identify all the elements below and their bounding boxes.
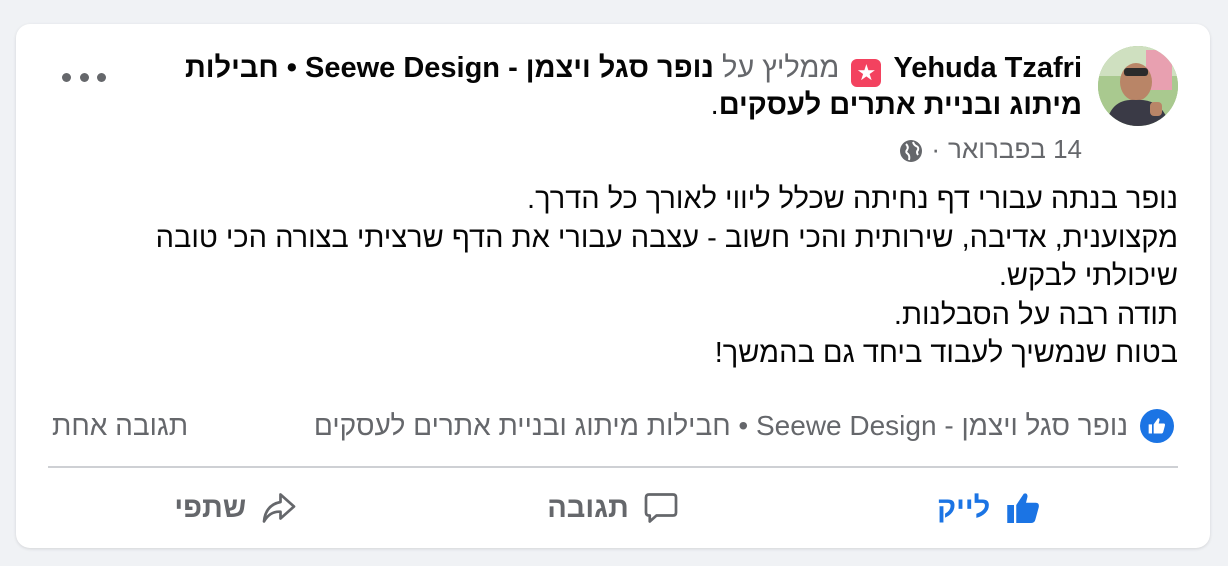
share-arrow-icon <box>260 490 298 526</box>
actions-divider <box>48 466 1178 468</box>
reactor-names[interactable]: נופר סגל ויצמן - Seewe Design • חבילות מ… <box>188 410 1128 442</box>
recommendation-star-icon: ★ <box>851 59 882 87</box>
meta-separator: · <box>931 134 941 164</box>
post-body: נופר בנתה עבורי דף נחיתה שכלל ליווי לאור… <box>68 180 1178 373</box>
post-header: Yehuda Tzafri ★ ממליץ על נופר סגל ויצמן … <box>132 50 1082 123</box>
more-dot <box>62 72 71 82</box>
post-body-line: בטוח שנמשיך לעבוד ביחד גם בהמשך! <box>714 337 1178 369</box>
author-name[interactable]: Yehuda Tzafri <box>893 52 1082 84</box>
post-body-line: תודה רבה על הסבלנות. <box>893 298 1178 331</box>
more-dot <box>79 72 89 82</box>
share-button[interactable]: שתפי <box>48 490 425 526</box>
comment-label: תגובה <box>547 491 629 524</box>
comment-bubble-icon <box>643 490 679 526</box>
thumbs-up-icon <box>1004 490 1042 526</box>
comment-button[interactable]: תגובה <box>425 490 802 526</box>
like-reaction-icon[interactable] <box>1140 409 1174 443</box>
header-period: . <box>710 89 719 121</box>
post-body-line: נופר בנתה עבורי דף נחיתה שכלל ליווי לאור… <box>527 183 1178 215</box>
post-date[interactable]: 14 בפברואר <box>948 132 1082 166</box>
post-body-line: מקצוענית, אדיבה, שירותית והכי חשוב - עצב… <box>155 221 1178 293</box>
comment-count[interactable]: תגובה אחת <box>52 410 188 442</box>
post-actions: לייק תגובה שתפי <box>48 476 1178 540</box>
post-meta: 14 בפברואר · <box>899 132 1082 166</box>
like-label: לייק <box>937 491 991 524</box>
more-dot <box>97 72 106 82</box>
post-card: Yehuda Tzafri ★ ממליץ על נופר סגל ויצמן … <box>16 24 1210 548</box>
reactions-bar: נופר סגל ויצמן - Seewe Design • חבילות מ… <box>52 404 1174 448</box>
avatar-image <box>1098 46 1178 126</box>
more-options-icon[interactable] <box>62 62 106 92</box>
like-button[interactable]: לייק <box>801 490 1178 526</box>
globe-icon[interactable] <box>899 137 923 162</box>
share-label: שתפי <box>174 491 247 524</box>
author-avatar[interactable] <box>1098 46 1178 126</box>
recommends-label: ממליץ על <box>721 52 840 84</box>
